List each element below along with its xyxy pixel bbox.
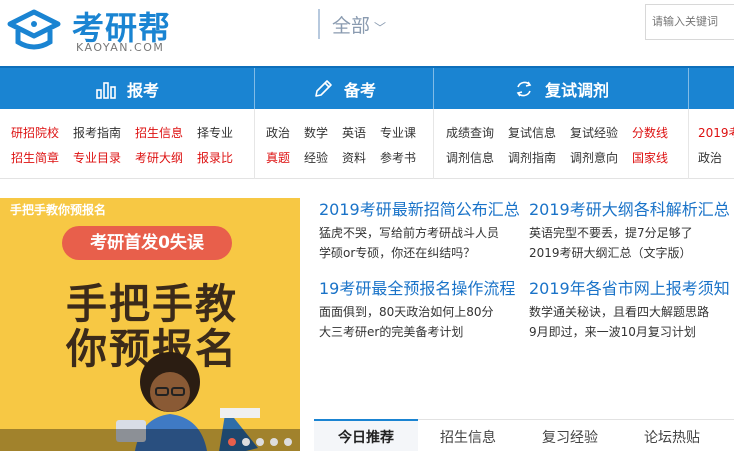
link-yanzhao-yuanxiao[interactable]: 研招院校 <box>11 124 59 141</box>
category-dropdown[interactable]: 全部 ﹀ <box>332 11 386 38</box>
chevron-down-icon: ﹀ <box>374 21 387 35</box>
link-zhengzhi[interactable]: 政治 <box>266 124 290 141</box>
header-divider <box>318 9 320 39</box>
banner-caption: 手把手教你预报名 <box>10 203 107 217</box>
link-tiaoji-yixiang[interactable]: 调剂意向 <box>570 149 618 166</box>
nav-section-label: 报考 <box>126 80 159 100</box>
nav-section-beikao[interactable]: 备考 <box>255 68 433 109</box>
link-cankaoshu[interactable]: 参考书 <box>380 149 416 166</box>
news-link[interactable]: 数学通关秘诀，且看四大解题思路 <box>529 303 709 320</box>
nav-section-baokao[interactable]: 报考 <box>0 68 254 109</box>
active-tab-indicator <box>314 419 418 421</box>
column-divider <box>688 109 689 179</box>
tab-fuxi-jingyan[interactable]: 复习经验 <box>542 427 598 447</box>
link-guojiaxian[interactable]: 国家线 <box>632 149 668 166</box>
link-zhengzhi-2[interactable]: 政治 <box>698 149 722 166</box>
link-fenshuxian[interactable]: 分数线 <box>632 124 668 141</box>
news-link[interactable]: 学硕or专硕，你还在纠结吗？ <box>319 244 475 261</box>
carousel-dot[interactable] <box>256 438 264 446</box>
carousel-dot[interactable] <box>242 438 250 446</box>
link-shuxue[interactable]: 数学 <box>304 124 328 141</box>
promo-pill: 考研首发0失误 <box>62 226 232 260</box>
link-kaoyan-dagang[interactable]: 考研大纲 <box>135 149 183 166</box>
category-nav-bar: 报考 备考 复试调剂 <box>0 66 734 109</box>
quick-links-panel: 研招院校 报考指南 招生信息 择专业 招生简章 专业目录 考研大纲 报录比 政治… <box>0 109 734 179</box>
column-divider <box>433 109 434 179</box>
nav-section-label: 备考 <box>343 80 376 100</box>
news-headline[interactable]: 2019考研大纲各科解析汇总 <box>529 196 730 220</box>
tab-zhaosheng-xinxi[interactable]: 招生信息 <box>440 427 496 447</box>
news-headline[interactable]: 2019年各省市网上报考须知 <box>529 275 730 299</box>
column-divider <box>254 109 255 179</box>
site-logo-domain: KAOYAN.COM <box>76 41 165 54</box>
news-link[interactable]: 猛虎不哭，写给前方考研战斗人员 <box>319 224 499 241</box>
site-header: 考研帮 KAOYAN.COM 全部 ﹀ <box>0 0 734 66</box>
carousel-dot[interactable] <box>270 438 278 446</box>
link-zhuanye-mulu[interactable]: 专业目录 <box>73 149 121 166</box>
news-headline[interactable]: 2019考研最新招简公布汇总 <box>319 196 520 220</box>
pencil-icon <box>315 79 332 97</box>
nav-section-label: 复试调剂 <box>544 80 609 100</box>
link-jingyan[interactable]: 经验 <box>304 149 328 166</box>
promo-banner[interactable]: 考研首发0失误 手把手教 你预报名 手把手教你预报名 <box>0 198 300 451</box>
bar-chart-icon <box>96 81 116 99</box>
link-ze-zhuanye[interactable]: 择专业 <box>197 124 233 141</box>
nav-divider <box>688 68 689 109</box>
link-zhaosheng-jianzhang[interactable]: 招生简章 <box>11 149 59 166</box>
news-link[interactable]: 2019考研大纲汇总（文字版） <box>529 244 692 261</box>
carousel-dot-active[interactable] <box>228 438 236 446</box>
link-tiaoji-zhinan[interactable]: 调剂指南 <box>508 149 556 166</box>
link-yingyu[interactable]: 英语 <box>342 124 366 141</box>
news-link[interactable]: 英语完型不要丢，提7分足够了 <box>529 224 693 241</box>
link-zhenti[interactable]: 真题 <box>266 149 290 166</box>
link-zhaosheng-xinxi[interactable]: 招生信息 <box>135 124 183 141</box>
refresh-icon <box>516 81 532 96</box>
news-link[interactable]: 面面俱到，80天政治如何上80分 <box>319 303 494 320</box>
news-link[interactable]: 大三考研er的完美备考计划 <box>319 323 463 340</box>
nav-section-fushi-tiaoji[interactable]: 复试调剂 <box>434 68 688 109</box>
link-2019-kaoyan[interactable]: 2019考 <box>698 124 734 141</box>
carousel-dot[interactable] <box>284 438 292 446</box>
graduation-cap-icon[interactable] <box>6 6 62 54</box>
news-headline[interactable]: 19考研最全预报名操作流程 <box>319 275 515 299</box>
category-label: 全部 <box>332 15 371 37</box>
news-link[interactable]: 9月即过，来一波10月复习计划 <box>529 323 696 340</box>
link-baokao-zhinan[interactable]: 报考指南 <box>73 124 121 141</box>
link-fushi-jingyan[interactable]: 复试经验 <box>570 124 618 141</box>
tab-jinri-tuijian[interactable]: 今日推荐 <box>338 427 394 447</box>
link-fushi-xinxi[interactable]: 复试信息 <box>508 124 556 141</box>
link-ziliao[interactable]: 资料 <box>342 149 366 166</box>
tab-luntan-retie[interactable]: 论坛热贴 <box>644 427 700 447</box>
link-zhuanyeke[interactable]: 专业课 <box>380 124 416 141</box>
banner-caption-bar <box>0 429 300 451</box>
link-baolu-bi[interactable]: 报录比 <box>197 149 233 166</box>
search-input[interactable] <box>645 4 734 40</box>
link-tiaoji-xinxi[interactable]: 调剂信息 <box>446 149 494 166</box>
link-chengji-chaxun[interactable]: 成绩查询 <box>446 124 494 141</box>
